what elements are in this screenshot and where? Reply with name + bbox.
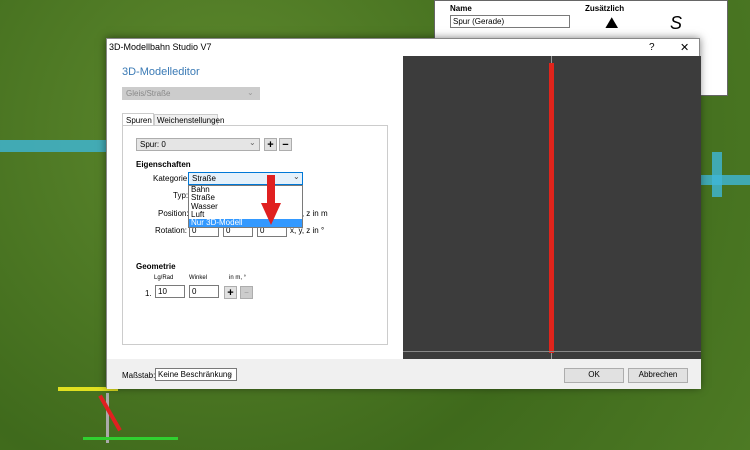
ok-button[interactable]: OK (564, 368, 624, 383)
curve-icon[interactable]: S (670, 13, 682, 34)
track-preview (549, 63, 554, 353)
ground-marking (712, 152, 722, 197)
name-label: Name (450, 4, 472, 13)
geo-header-unit: in m, ° (229, 275, 247, 281)
help-button[interactable]: ? (649, 42, 655, 53)
chevron-down-icon: ⌄ (249, 138, 256, 147)
chevron-down-icon: ⌄ (293, 172, 300, 181)
scale-select[interactable]: Keine Beschränkung (155, 368, 237, 381)
option-nur-3d-modell[interactable]: Nur 3D-Modell (189, 218, 302, 228)
extra-label: Zusätzlich (585, 4, 625, 13)
category-select[interactable]: Straße (188, 172, 303, 185)
3d-viewport[interactable] (403, 56, 701, 359)
model-editor-dialog: 3D-Modellbahn Studio V7 ? ✕ 3D-Modelledi… (106, 38, 701, 389)
remove-segment-button[interactable]: − (240, 286, 253, 299)
add-segment-button[interactable]: + (224, 286, 237, 299)
type-label: Typ: (173, 191, 189, 200)
scale-label: Maßstab: (122, 371, 156, 380)
dialog-title-bar: 3D-Modellbahn Studio V7 (107, 39, 699, 56)
track-model (58, 385, 178, 450)
close-button[interactable]: ✕ (680, 41, 689, 54)
model-type-select[interactable]: Gleis/Straße (122, 87, 260, 100)
chevron-down-icon: ⌄ (227, 369, 234, 378)
geometry-heading: Geometrie (136, 262, 176, 271)
remove-track-button[interactable]: − (279, 138, 292, 151)
properties-heading: Eigenschaften (136, 160, 191, 169)
rotation-label: Rotation: (155, 226, 188, 235)
tab-panel (122, 125, 388, 345)
add-track-button[interactable]: + (264, 138, 277, 151)
dialog-title: 3D-Modellbahn Studio V7 (109, 42, 212, 52)
cancel-button[interactable]: Abbrechen (628, 368, 688, 383)
chevron-down-icon: ⌄ (247, 88, 254, 97)
length-input[interactable]: 10 (155, 285, 185, 298)
arrow-head (261, 203, 281, 225)
category-label: Kategorie: (153, 174, 190, 183)
ground-marking (700, 175, 750, 185)
option-wasser[interactable]: Wasser (189, 202, 302, 211)
position-label: Position: (158, 209, 189, 218)
page-title: 3D-Modelleditor (122, 66, 200, 78)
red-arrow-annotation (267, 175, 275, 205)
geo-header-angle: Winkel (189, 275, 208, 281)
axis-line (403, 351, 701, 352)
terrain-icon[interactable]: ⛰ (605, 15, 618, 33)
name-input[interactable]: Spur (Gerade) (450, 15, 570, 28)
category-dropdown-list: Bahn Straße Wasser Luft Nur 3D-Modell (188, 185, 303, 228)
geo-row-index: 1. (145, 289, 152, 298)
geo-header-length: Lg/Rad (154, 275, 174, 281)
angle-input[interactable]: 0 (189, 285, 219, 298)
track-select[interactable]: Spur: 0 (136, 138, 260, 151)
